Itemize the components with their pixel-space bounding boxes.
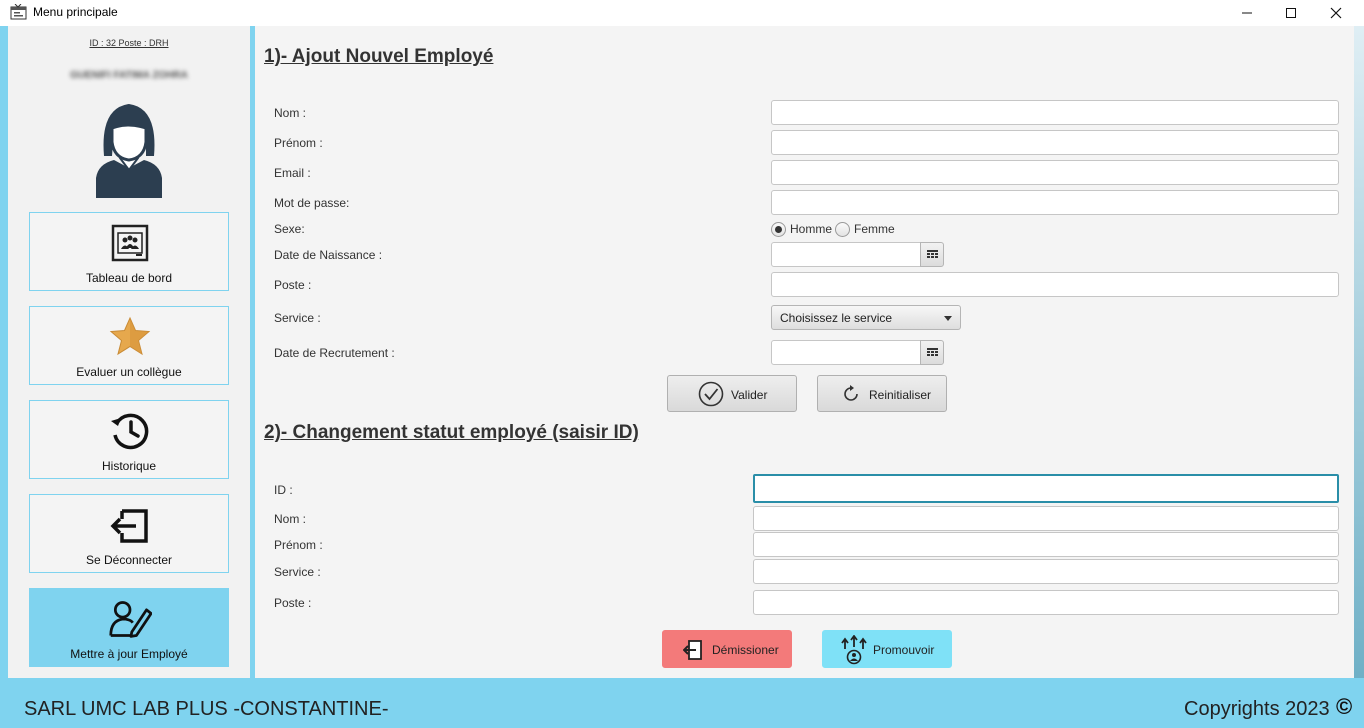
section-title-add-employee: 1)- Ajout Nouvel Employé xyxy=(264,46,494,67)
edit-user-icon xyxy=(108,597,152,641)
refresh-icon xyxy=(842,385,860,403)
sexe-radio-group: Homme Femme xyxy=(771,220,895,238)
label-birth-date: Date de Naissance : xyxy=(274,248,383,262)
label-status-poste: Poste : xyxy=(274,596,312,610)
reset-button[interactable]: Reinitialiser xyxy=(817,375,947,412)
calendar-icon xyxy=(926,347,938,356)
nom-input[interactable] xyxy=(771,100,1339,125)
calendar-icon xyxy=(926,249,938,258)
close-icon xyxy=(1330,7,1342,19)
promote-button[interactable]: Promouvoir xyxy=(822,630,952,668)
id-input[interactable] xyxy=(753,474,1339,503)
close-button[interactable] xyxy=(1313,0,1359,26)
password-input[interactable] xyxy=(771,190,1339,215)
email-input[interactable] xyxy=(771,160,1339,185)
label-sexe: Sexe: xyxy=(274,222,305,236)
validate-button[interactable]: Valider xyxy=(667,375,797,412)
status-prenom-field[interactable] xyxy=(753,532,1339,557)
sidebar-item-label: Tableau de bord xyxy=(85,271,173,285)
label-nom: Nom : xyxy=(274,106,307,120)
section-title-status-change: 2)- Changement statut employé (saisir ID… xyxy=(264,422,639,443)
footer: SARL UMC LAB PLUS -CONSTANTINE- Copyrigh… xyxy=(0,678,1364,728)
label-poste: Poste : xyxy=(274,278,312,292)
sidebar-item-label: Evaluer un collègue xyxy=(76,365,182,379)
sidebar-item-label: Historique xyxy=(101,459,157,473)
resign-label: Démissioner xyxy=(712,643,779,657)
user-name: GUENIFI FATIMA ZOHRA xyxy=(70,70,188,81)
sidebar-item-update-employee[interactable]: Mettre à jour Employé xyxy=(29,588,229,667)
hire-date-picker xyxy=(771,340,944,365)
user-avatar-icon xyxy=(88,98,170,198)
reset-label: Reinitialiser xyxy=(869,388,932,402)
sidebar-item-dashboard[interactable]: Tableau de bord xyxy=(29,212,229,291)
hire-date-input[interactable] xyxy=(771,340,921,365)
birth-date-calendar-button[interactable] xyxy=(920,242,944,267)
promotion-icon xyxy=(841,635,867,665)
prenom-input[interactable] xyxy=(771,130,1339,155)
main-window: Menu principale ID : 32 Poste : DRH GUEN… xyxy=(0,0,1364,728)
user-id-line: ID : 32 Poste : DRH xyxy=(89,38,169,48)
label-email: Email : xyxy=(274,166,311,180)
radio-homme[interactable] xyxy=(771,221,786,237)
sidebar: ID : 32 Poste : DRH GUENIFI FATIMA ZOHRA xyxy=(8,26,250,678)
birth-date-picker xyxy=(771,242,944,267)
sidebar-item-label: Se Déconnecter xyxy=(85,553,173,567)
label-hire-date: Date de Recrutement : xyxy=(274,346,395,360)
company-name: SARL UMC LAB PLUS -CONSTANTINE- xyxy=(24,698,389,720)
resign-button[interactable]: Démissioner xyxy=(662,630,792,668)
label-password: Mot de passe: xyxy=(274,196,350,210)
validate-label: Valider xyxy=(731,388,768,402)
service-select-value: Choisissez le service xyxy=(780,311,893,325)
logout-icon xyxy=(683,640,703,660)
status-poste-field[interactable] xyxy=(753,590,1339,615)
label-service: Service : xyxy=(274,311,321,325)
sidebar-item-history[interactable]: Historique xyxy=(29,400,229,479)
app-window-icon xyxy=(10,3,28,20)
radio-homme-label: Homme xyxy=(790,222,833,236)
star-icon xyxy=(108,315,152,359)
radio-femme[interactable] xyxy=(835,221,851,237)
window-edge-left xyxy=(0,26,8,678)
copyright-text: Copyrights 2023 xyxy=(1184,698,1330,720)
title-bar: Menu principale xyxy=(0,0,1364,26)
minimize-icon xyxy=(1242,12,1252,14)
logout-icon xyxy=(108,503,152,547)
label-prenom: Prénom : xyxy=(274,136,323,150)
label-status-nom: Nom : xyxy=(274,512,307,526)
hire-date-calendar-button[interactable] xyxy=(920,340,944,365)
sidebar-item-logout[interactable]: Se Déconnecter xyxy=(29,494,229,573)
dashboard-icon xyxy=(108,221,152,265)
status-service-field[interactable] xyxy=(753,559,1339,584)
copyright-icon: © xyxy=(1336,694,1353,719)
history-icon xyxy=(108,409,152,453)
chevron-down-icon xyxy=(944,316,952,321)
window-edge-right xyxy=(1354,26,1364,678)
sidebar-item-evaluate[interactable]: Evaluer un collègue xyxy=(29,306,229,385)
maximize-button[interactable] xyxy=(1268,0,1314,26)
check-circle-icon xyxy=(698,381,724,407)
sidebar-item-label: Mettre à jour Employé xyxy=(70,647,188,661)
label-status-service: Service : xyxy=(274,565,321,579)
poste-input[interactable] xyxy=(771,272,1339,297)
status-nom-field[interactable] xyxy=(753,506,1339,531)
label-id: ID : xyxy=(274,483,293,497)
maximize-icon xyxy=(1286,8,1296,18)
birth-date-input[interactable] xyxy=(771,242,921,267)
label-status-prenom: Prénom : xyxy=(274,538,323,552)
window-title: Menu principale xyxy=(33,5,118,19)
radio-femme-label: Femme xyxy=(854,222,895,236)
service-select[interactable]: Choisissez le service xyxy=(771,305,961,330)
main-panel: 1)- Ajout Nouvel Employé Nom : Prénom : … xyxy=(255,26,1354,678)
minimize-button[interactable] xyxy=(1224,0,1270,26)
promote-label: Promouvoir xyxy=(873,643,935,657)
